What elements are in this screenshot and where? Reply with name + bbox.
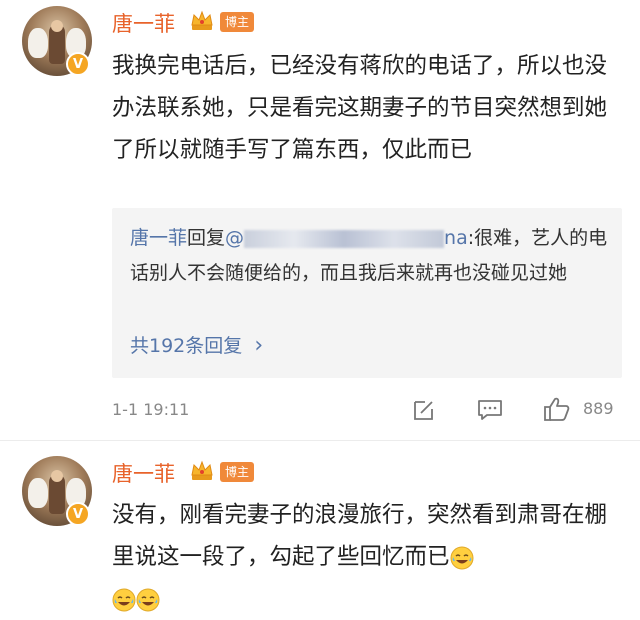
comment-item: V 唐一菲 博主 我换完电话后，已经没有蒋欣的电话了，所以也没办法联系她，只是看…	[0, 0, 640, 440]
comment-divider	[0, 440, 640, 441]
thumbs-up-icon[interactable]	[543, 396, 571, 422]
laugh-cry-emoji-icon	[450, 546, 474, 569]
blurred-mention	[244, 229, 445, 248]
owner-tag: 博主	[220, 12, 255, 32]
comment-username[interactable]: 唐一菲	[112, 458, 175, 488]
reply-text: 唐一菲回复@ na:很难，艺人的电话别人不会随便给的，而且我后来就再也没碰见过她	[130, 221, 610, 291]
reply-mention-suffix[interactable]: na	[444, 227, 468, 249]
verified-badge-icon: V	[66, 502, 90, 526]
comment-time: 1-1 19:11	[112, 400, 190, 419]
like-count: 889	[583, 399, 614, 418]
comment-item: V 唐一菲 博主 没有，刚看完妻子的浪漫旅行，突然看到肃哥在棚里说这一段了，勾起…	[0, 448, 640, 611]
comment-username[interactable]: 唐一菲	[112, 8, 175, 38]
comment-icon[interactable]	[477, 398, 503, 422]
reply-box[interactable]: 唐一菲回复@ na:很难，艺人的电话别人不会随便给的，而且我后来就再也没碰见过她 …	[112, 208, 622, 378]
comment-text: 没有，刚看完妻子的浪漫旅行，突然看到肃哥在棚里说这一段了，勾起了些回忆而已	[112, 494, 622, 620]
comment-text-body: 没有，刚看完妻子的浪漫旅行，突然看到肃哥在棚里说这一段了，勾起了些回忆而已	[112, 502, 608, 570]
chevron-right-icon: ›	[254, 333, 264, 358]
more-replies-link[interactable]: 共192条回复 ›	[130, 331, 263, 358]
crown-icon	[191, 10, 213, 30]
reply-username[interactable]: 唐一菲	[130, 227, 187, 249]
reply-mention-prefix[interactable]: @	[225, 227, 244, 249]
laugh-cry-emoji-icon	[112, 588, 136, 611]
comment-text: 我换完电话后，已经没有蒋欣的电话了，所以也没办法联系她，只是看完这期妻子的节目突…	[112, 53, 608, 163]
laugh-cry-emoji-icon	[136, 588, 160, 611]
more-replies-label: 共192条回复	[130, 335, 243, 357]
verified-badge-icon: V	[66, 52, 90, 76]
reply-verb: 回复	[187, 227, 226, 249]
owner-tag: 博主	[220, 462, 255, 482]
edit-icon[interactable]	[412, 398, 436, 422]
crown-icon	[191, 460, 213, 480]
